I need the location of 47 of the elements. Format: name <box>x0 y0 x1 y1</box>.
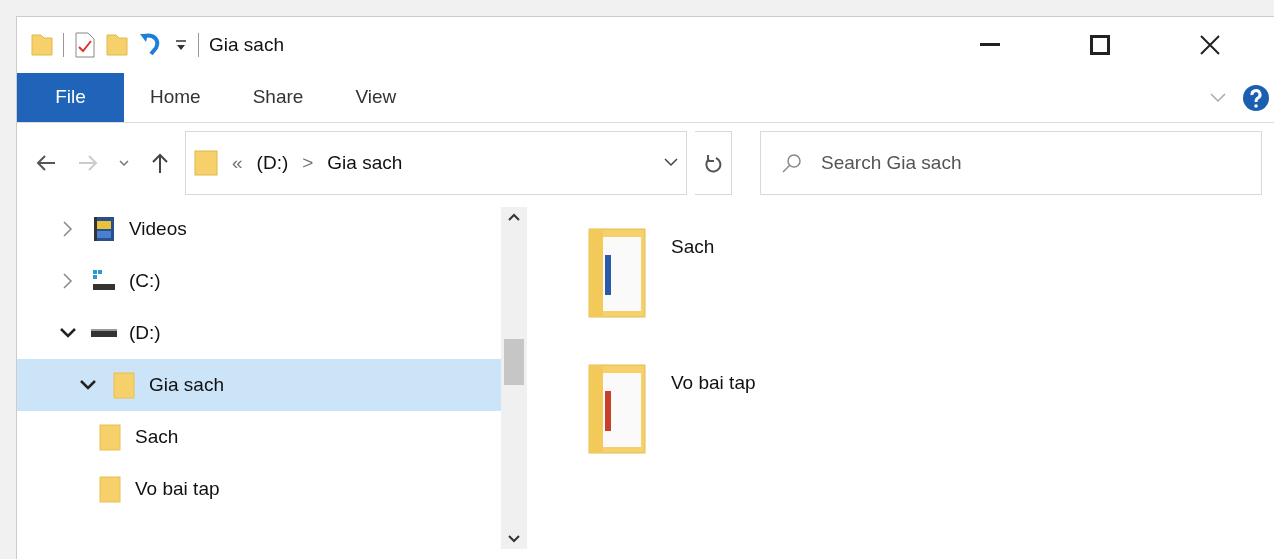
folder-icon <box>97 475 123 503</box>
minimize-icon <box>980 43 1000 47</box>
help-icon[interactable] <box>1242 83 1270 112</box>
ribbon-tab[interactable]: Home <box>124 73 227 122</box>
folder-icon <box>111 371 137 399</box>
ribbon-tab[interactable]: View <box>329 73 423 122</box>
folder-icon <box>587 225 649 321</box>
search-icon <box>781 152 803 174</box>
chevron-down-icon[interactable] <box>664 158 678 168</box>
folder-icon <box>194 150 218 176</box>
chevron-down-icon[interactable] <box>60 328 76 338</box>
chevron-right-icon[interactable] <box>63 273 73 289</box>
search-field[interactable]: Search Gia sach <box>819 147 1241 179</box>
chevron-right-icon[interactable] <box>63 221 73 237</box>
folder-item[interactable]: Sach <box>587 225 1214 321</box>
window-title: Gia sach <box>209 32 284 57</box>
refresh-button[interactable] <box>695 131 732 195</box>
ribbon-tab[interactable]: Share <box>226 73 330 122</box>
breadcrumb[interactable]: (D:) <box>256 148 289 178</box>
folder-icon <box>97 423 123 451</box>
search-box[interactable]: Search Gia sach <box>760 131 1262 195</box>
maximize-icon <box>1090 35 1110 55</box>
breadcrumb[interactable]: Gia sach <box>327 148 403 178</box>
tree-item[interactable]: Vo bai tap <box>17 463 501 515</box>
address-bar[interactable]: « (D:) > Gia sach <box>185 131 687 195</box>
tree-item[interactable]: Gia sach <box>17 359 501 411</box>
tree-item[interactable]: Videos <box>17 203 501 255</box>
scrollbar-thumb[interactable] <box>504 339 524 385</box>
chevron-down-icon <box>119 160 129 166</box>
tree-item[interactable]: (D:) <box>17 307 501 359</box>
scroll-up-icon[interactable] <box>508 213 520 221</box>
breadcrumb-separator[interactable]: > <box>302 148 314 178</box>
dropdown-icon[interactable] <box>174 38 188 52</box>
file-tab[interactable]: File <box>17 73 124 122</box>
folder-item[interactable]: Vo bai tap <box>587 361 1214 457</box>
tree-item[interactable]: Sach <box>17 411 501 463</box>
refresh-icon <box>704 152 722 174</box>
drive-icon <box>91 329 117 337</box>
chevron-down-icon[interactable] <box>80 380 96 390</box>
scrollbar[interactable] <box>501 207 527 549</box>
tree-item[interactable]: (C:) <box>17 255 501 307</box>
folder-icon <box>587 361 649 457</box>
video-folder-icon <box>91 215 117 243</box>
properties-icon[interactable] <box>74 32 96 58</box>
overflow-chevron[interactable]: « <box>232 148 243 178</box>
scroll-down-icon[interactable] <box>508 535 520 543</box>
close-icon <box>1200 35 1220 55</box>
